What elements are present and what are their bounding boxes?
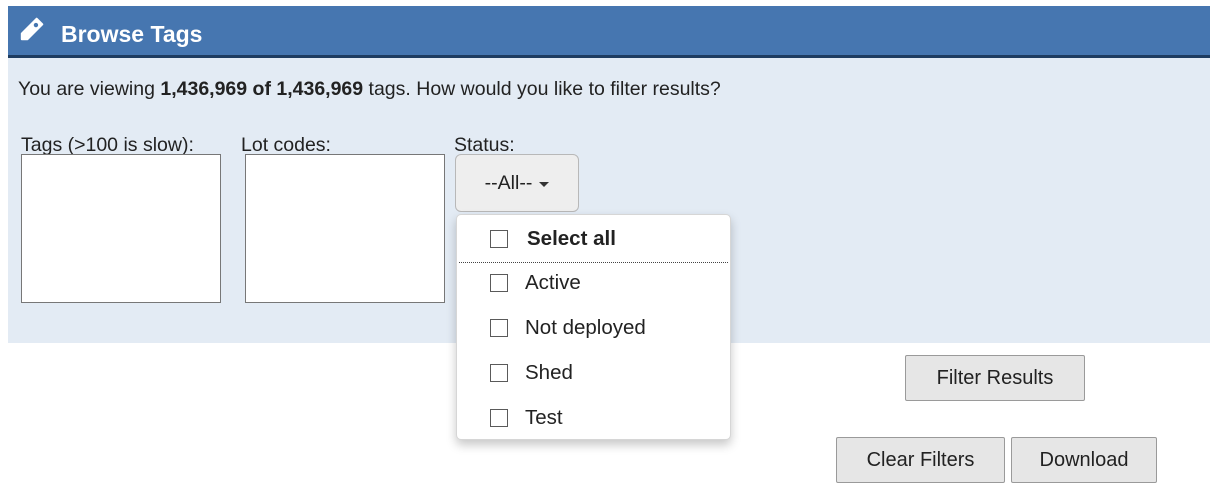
tag-icon — [20, 17, 44, 41]
filter-results-button[interactable]: Filter Results — [905, 355, 1085, 401]
status-option-not-deployed[interactable]: Not deployed — [457, 308, 730, 348]
status-option-shed[interactable]: Shed — [457, 353, 730, 393]
status-option-active[interactable]: Active — [457, 263, 730, 303]
summary-suffix: tags. How would you like to filter resul… — [363, 78, 721, 100]
caret-down-icon — [539, 182, 550, 187]
option-label: Active — [525, 271, 581, 294]
option-label: Not deployed — [525, 316, 646, 339]
checkbox-shed[interactable] — [490, 364, 508, 382]
panel-header: Browse Tags — [8, 6, 1210, 58]
results-summary: You are viewing 1,436,969 of 1,436,969 t… — [18, 78, 721, 101]
checkbox-select-all[interactable] — [490, 230, 508, 248]
clear-filters-button[interactable]: Clear Filters — [836, 437, 1005, 483]
download-button[interactable]: Download — [1011, 437, 1157, 483]
lot-codes-input[interactable] — [245, 154, 445, 303]
option-label: Select all — [527, 227, 616, 250]
status-option-test[interactable]: Test — [457, 398, 730, 438]
checkbox-test[interactable] — [490, 409, 508, 427]
tags-input[interactable] — [21, 154, 221, 303]
status-dropdown-menu: Select all Active Not deployed Shed Test — [456, 214, 731, 440]
checkbox-not-deployed[interactable] — [490, 319, 508, 337]
checkbox-active[interactable] — [490, 274, 508, 292]
option-label: Test — [525, 406, 563, 429]
status-selected-value: --All-- — [484, 171, 533, 194]
results-count: 1,436,969 of 1,436,969 — [160, 78, 364, 100]
panel-title: Browse Tags — [61, 21, 203, 47]
option-label: Shed — [525, 361, 573, 384]
summary-prefix: You are viewing — [18, 78, 161, 100]
status-dropdown-button[interactable]: --All-- — [455, 154, 579, 212]
status-option-select-all[interactable]: Select all — [457, 219, 730, 259]
